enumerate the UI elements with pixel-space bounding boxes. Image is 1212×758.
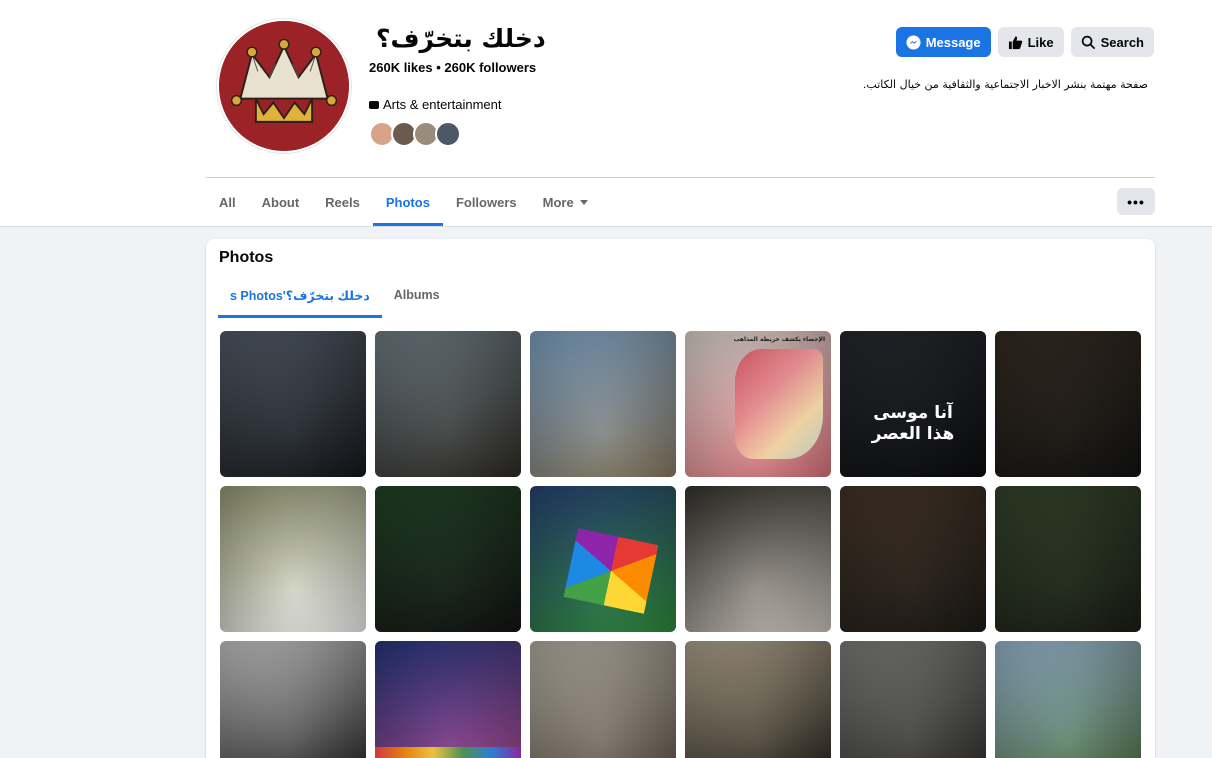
- message-label: Message: [925, 34, 981, 50]
- category-label: Arts & entertainment: [383, 97, 502, 112]
- page-avatar[interactable]: [217, 19, 351, 153]
- photo-shading: [840, 486, 986, 632]
- caption-line: هذا العصر: [871, 424, 955, 445]
- tab-label: Reels: [325, 194, 360, 210]
- photo-shading: [375, 486, 521, 632]
- subtab-albums[interactable]: Albums: [382, 273, 452, 317]
- politician-pointing-photo[interactable]: [375, 331, 521, 477]
- speech-podium-photo[interactable]: [995, 331, 1141, 477]
- warehouse-photo[interactable]: [995, 641, 1141, 758]
- caption-line: آنا موسى: [873, 403, 953, 423]
- photos-card: Photos دخلك بتخرّف؟'s Photos Albums الإح…: [206, 239, 1155, 758]
- rainbow-field: [375, 747, 521, 758]
- tab-all[interactable]: All: [206, 178, 249, 226]
- photo-caption-text: آنا موسى هذا العصر: [840, 403, 986, 446]
- photo-grid: الإحصاء يكشف خريطة المذاهب آنا موسى هذا ال…: [220, 331, 1141, 758]
- cracked-phone-photo[interactable]: [840, 486, 986, 632]
- tab-followers[interactable]: Followers: [443, 178, 530, 226]
- search-button[interactable]: Search: [1070, 27, 1154, 57]
- search-label: Search: [1100, 34, 1144, 50]
- avatar[interactable]: [435, 121, 461, 147]
- profile-tabs: All About Reels Photos Followers More: [206, 178, 601, 226]
- tab-about[interactable]: About: [249, 178, 313, 226]
- photo-shading: [530, 331, 676, 477]
- map-shape: [735, 349, 823, 459]
- crowd-crash-photo[interactable]: [840, 641, 986, 758]
- search-icon: [1081, 35, 1095, 49]
- couple-flags-photo[interactable]: [220, 641, 366, 758]
- garden-palace-photo[interactable]: [995, 486, 1141, 632]
- page-category: Arts & entertainment: [369, 97, 502, 112]
- referee-pitch-photo[interactable]: [375, 486, 521, 632]
- message-button[interactable]: Message: [895, 27, 991, 57]
- briefcase-icon: [369, 100, 379, 109]
- veiled-woman-photo[interactable]: [220, 331, 366, 477]
- photo-shading: [685, 486, 831, 632]
- like-button[interactable]: Like: [997, 27, 1064, 57]
- photo-shading: [220, 331, 366, 477]
- tab-photos[interactable]: Photos: [372, 178, 444, 226]
- cleric-speaking-photo[interactable]: [220, 486, 366, 632]
- stadium-photo[interactable]: [375, 641, 521, 758]
- subtab-page-photos[interactable]: دخلك بتخرّف؟'s Photos: [218, 273, 382, 318]
- photo-shading: [995, 641, 1141, 758]
- tab-label: About: [261, 194, 300, 210]
- follower-avatars[interactable]: [369, 121, 461, 147]
- page-title: دخلك بتخرّف؟: [376, 24, 546, 53]
- office-meeting-photo[interactable]: [530, 641, 676, 758]
- tab-label: All: [219, 194, 236, 210]
- photo-shading: [375, 641, 521, 758]
- jester-hat-logo: [219, 21, 349, 151]
- subtab-label: دخلك بتخرّف؟'s Photos: [230, 288, 370, 303]
- tab-label: Photos: [385, 194, 430, 210]
- more-options-button[interactable]: •••: [1117, 188, 1155, 215]
- tab-label: Followers: [455, 194, 517, 210]
- man-portrait-text-photo[interactable]: آنا موسى هذا العصر: [840, 331, 986, 477]
- photo-shading: [530, 641, 676, 758]
- messenger-icon: [906, 34, 921, 50]
- photo-shading: [840, 641, 986, 758]
- sect-map-infographic[interactable]: الإحصاء يكشف خريطة المذاهب: [685, 331, 831, 477]
- photo-shading: [995, 486, 1141, 632]
- section-title: Photos: [219, 249, 274, 266]
- bearded-man-photo[interactable]: [685, 641, 831, 758]
- caret-down-icon: [579, 199, 588, 205]
- photo-shading: [220, 641, 366, 758]
- photos-subtabs: دخلك بتخرّف؟'s Photos Albums: [218, 273, 452, 318]
- tab-reels[interactable]: Reels: [312, 178, 373, 226]
- photo-shading: [375, 331, 521, 477]
- statue-square-photo[interactable]: [530, 331, 676, 477]
- tab-label: More: [542, 194, 574, 210]
- photo-shading: [685, 641, 831, 758]
- photo-shading: [995, 331, 1141, 477]
- page-actions: Message Like Search: [895, 27, 1154, 57]
- page-intro: صفحة مهتمة بنشر الاخبار الاجتماعية والثق…: [862, 78, 1148, 91]
- tab-more[interactable]: More: [530, 178, 601, 226]
- photo-shading: [220, 486, 366, 632]
- rainbow-flag-photo[interactable]: [530, 486, 676, 632]
- infographic-title: الإحصاء يكشف خريطة المذاهب: [733, 336, 826, 343]
- like-label: Like: [1027, 34, 1054, 50]
- subtab-label: Albums: [393, 288, 440, 302]
- profile-header: دخلك بتخرّف؟ 260K likes • 260K followers…: [0, 0, 1212, 227]
- sheikhs-gathering-photo[interactable]: [685, 486, 831, 632]
- thumbs-up-icon: [1008, 35, 1022, 49]
- page-stats[interactable]: 260K likes • 260K followers: [369, 60, 536, 75]
